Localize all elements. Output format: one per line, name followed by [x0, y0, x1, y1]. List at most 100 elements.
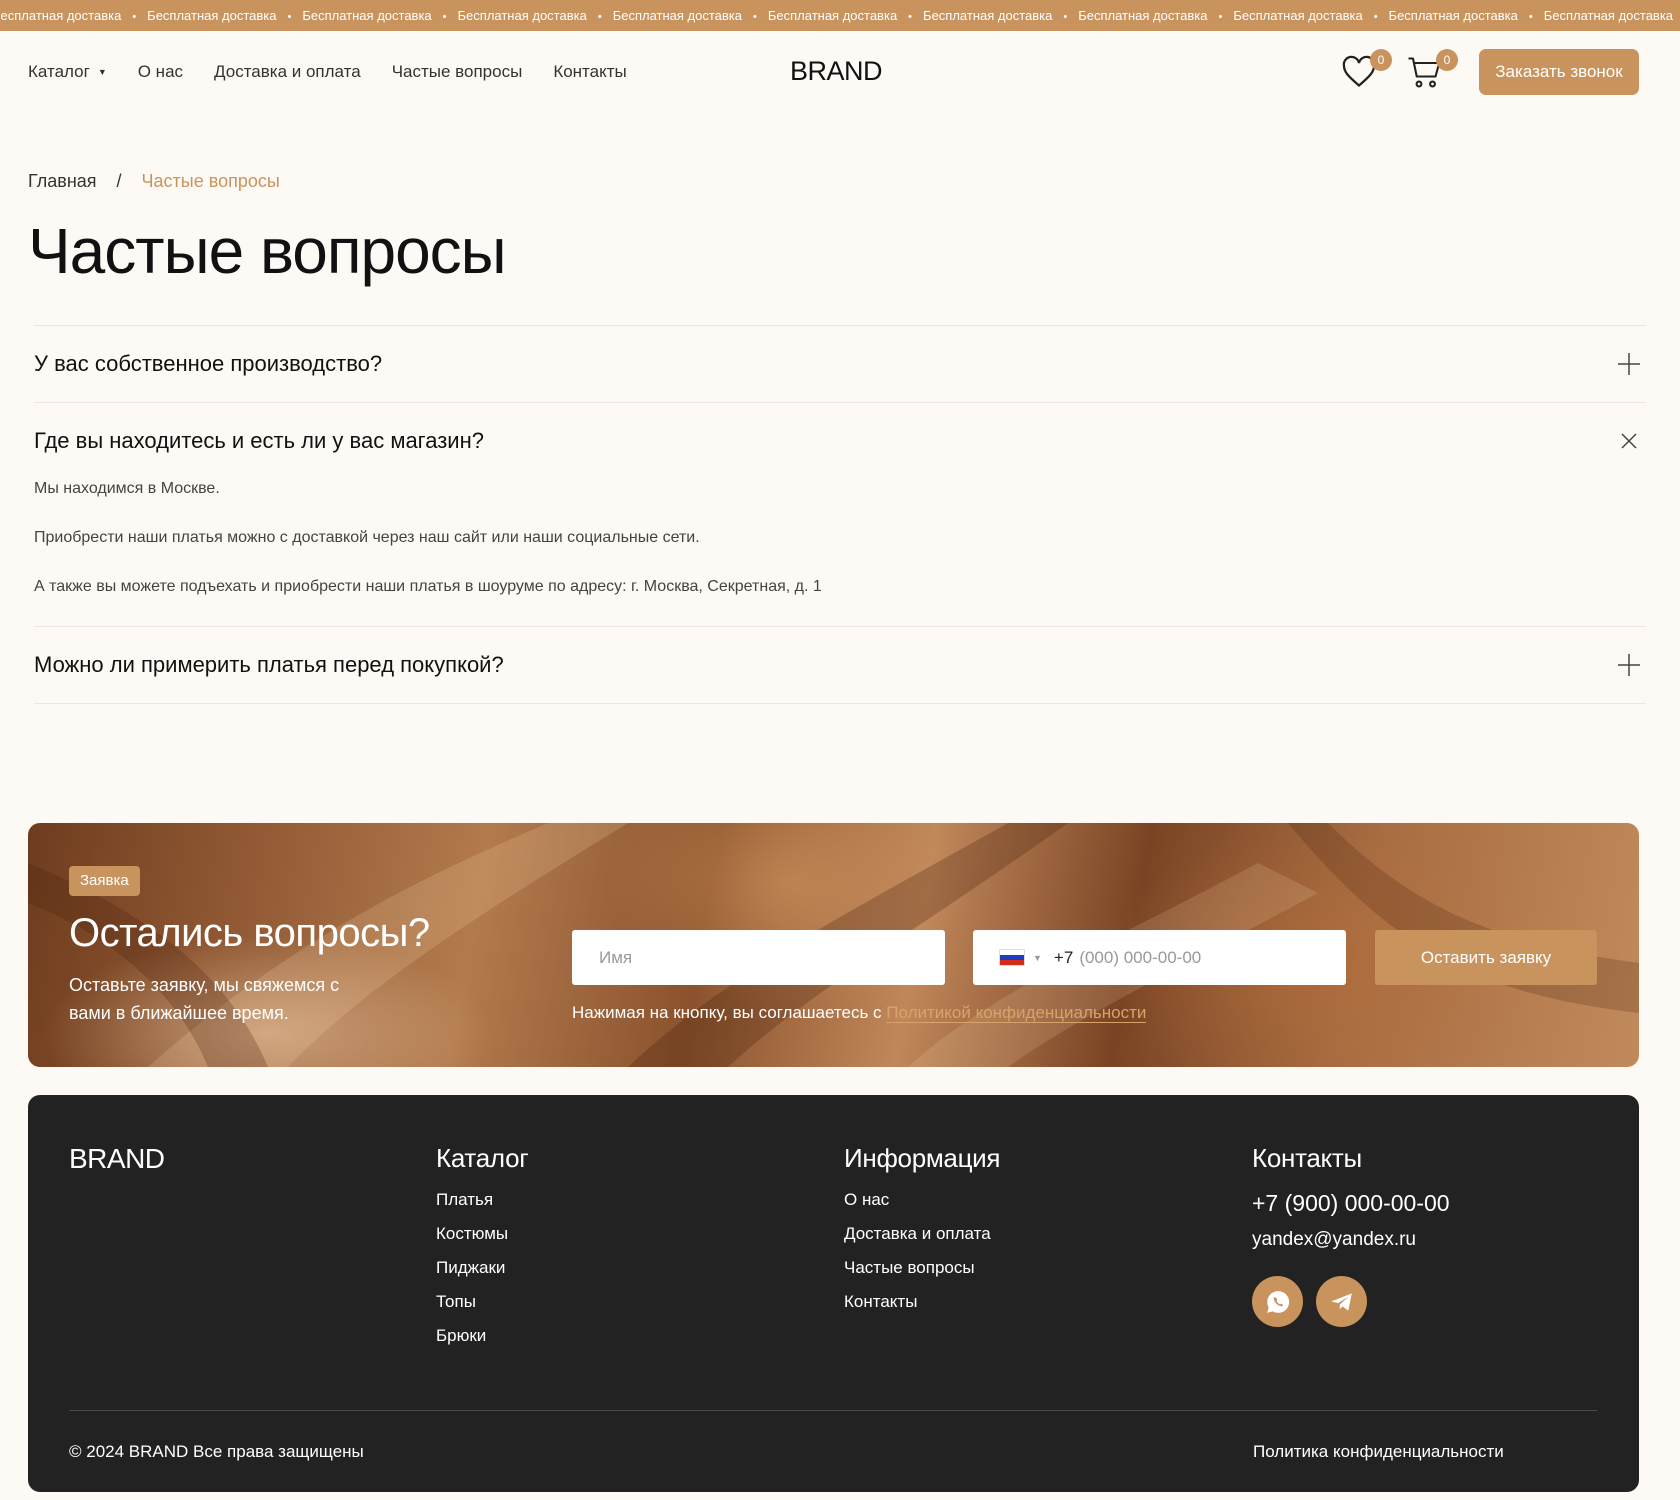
main-nav: Каталог ▼ О нас Доставка и оплата Частые… — [28, 31, 627, 113]
consent-note: Нажимая на кнопку, вы соглашаетесь с Пол… — [572, 1003, 1147, 1023]
footer-link-trousers[interactable]: Брюки — [436, 1326, 528, 1346]
nav-item-delivery[interactable]: Доставка и оплата — [214, 62, 361, 82]
footer-link-suits[interactable]: Костюмы — [436, 1224, 528, 1244]
submit-request-button[interactable]: Оставить заявку — [1375, 930, 1597, 985]
telegram-button[interactable] — [1316, 1276, 1367, 1327]
faq-item: Можно ли примерить платья перед покупкой… — [34, 626, 1646, 704]
footer-contacts-column: Контакты +7 (900) 000-00-00 yandex@yande… — [1252, 1143, 1450, 1327]
name-input[interactable]: Имя — [572, 930, 945, 985]
marquee-separator: • — [597, 11, 602, 23]
marquee-separator: • — [1373, 11, 1378, 23]
marquee-separator: • — [442, 11, 447, 23]
faq-list: У вас собственное производство? Где вы н… — [34, 325, 1646, 704]
marquee-separator: • — [908, 11, 913, 23]
breadcrumb: Главная / Частые вопросы — [28, 171, 280, 192]
faq-item: Где вы находитесь и есть ли у вас магази… — [34, 402, 1646, 626]
marquee-separator: • — [1528, 11, 1533, 23]
marquee-item: Бесплатная доставка — [457, 8, 587, 23]
privacy-policy-link[interactable]: Политикой конфиденциальности — [886, 1003, 1147, 1023]
footer-catalog-column: Каталог Платья Костюмы Пиджаки Топы Брюк… — [436, 1143, 529, 1360]
footer-link-delivery[interactable]: Доставка и оплата — [844, 1224, 1000, 1244]
marquee-item: Бесплатная доставка — [1233, 8, 1363, 23]
marquee-separator: • — [132, 11, 137, 23]
marquee-item: Бесплатная доставка — [147, 8, 277, 23]
faq-answer-paragraph: Мы находимся в Москве. — [34, 480, 220, 497]
footer-link-tops[interactable]: Топы — [436, 1292, 528, 1312]
footer-link-about[interactable]: О нас — [844, 1190, 1000, 1210]
marquee-item: Бесплатная доставка — [1543, 8, 1674, 23]
marquee-track: Бесплатная доставка • Бесплатная доставка •… — [0, 0, 1680, 31]
footer-privacy-link[interactable]: Политика конфиденциальности — [1253, 1442, 1504, 1462]
footer-email-link[interactable]: yandex@yandex.ru — [1252, 1229, 1450, 1251]
breadcrumb-separator: / — [116, 171, 122, 191]
nav-item-contacts[interactable]: Контакты — [553, 62, 626, 82]
nav-label: Контакты — [553, 62, 627, 81]
nav-item-about[interactable]: О нас — [138, 62, 183, 82]
footer-link-dresses[interactable]: Платья — [436, 1190, 528, 1210]
cart-button[interactable]: 0 — [1406, 49, 1458, 91]
footer-link-jackets[interactable]: Пиджаки — [436, 1258, 528, 1278]
order-call-button[interactable]: Заказать звонок — [1479, 49, 1639, 95]
faq-answer-paragraph: Приобрести наши платья можно с доставкой… — [34, 529, 700, 546]
wishlist-button[interactable]: 0 — [1340, 49, 1392, 91]
faq-answer: Мы находимся в Москве. Приобрести наши п… — [34, 479, 1646, 626]
marquee-separator: • — [287, 11, 292, 23]
footer-column-title: Информация — [844, 1143, 1001, 1173]
faq-item: У вас собственное производство? — [34, 325, 1646, 402]
marquee-separator: • — [1218, 11, 1223, 23]
caret-down-icon[interactable]: ▼ — [1033, 953, 1042, 963]
footer-brand-logo[interactable]: BRAND — [69, 1143, 165, 1175]
nav-item-faq[interactable]: Частые вопросы — [392, 62, 523, 82]
footer-link-contacts[interactable]: Контакты — [844, 1292, 1000, 1312]
promo-marquee: Бесплатная доставка • Бесплатная доставка •… — [0, 0, 1680, 31]
phone-input[interactable]: ▼ +7 (000) 000-00-00 — [973, 930, 1346, 985]
plus-icon[interactable] — [1616, 652, 1642, 678]
marquee-separator: • — [753, 11, 757, 23]
marquee-item: Бесплатная доставка — [923, 8, 1053, 23]
nav-label: Частые вопросы — [391, 62, 523, 81]
request-tag: Заявка — [69, 866, 140, 896]
site-header: Каталог ▼ О нас Доставка и оплата Частые… — [0, 31, 1680, 113]
marquee-item: Бесплатная доставка — [302, 8, 432, 23]
wishlist-count-badge: 0 — [1370, 49, 1392, 71]
faq-question: Можно ли примерить платья перед покупкой… — [34, 652, 504, 677]
cta-subtitle: Оставьте заявку, мы свяжемся с вами в бл… — [69, 975, 340, 1023]
telegram-icon — [1330, 1292, 1352, 1311]
footer-column-title: Каталог — [436, 1143, 529, 1173]
footer-column-title: Контакты — [1252, 1143, 1362, 1173]
footer-info-column: Информация О нас Доставка и оплата Часты… — [844, 1143, 1000, 1326]
faq-question-header[interactable]: Где вы находитесь и есть ли у вас магази… — [34, 403, 1646, 479]
marquee-item: Бесплатная доставка — [1078, 8, 1208, 23]
cta-title: Остались вопросы? — [69, 911, 430, 955]
brand-logo[interactable]: BRAND — [790, 56, 883, 87]
callback-request-banner: Заявка Остались вопросы? Оставьте заявку… — [28, 823, 1639, 1067]
phone-country-code: +7 — [1053, 947, 1074, 967]
consent-text: Нажимая на кнопку, вы соглашаетесь с — [572, 1003, 882, 1022]
nav-label: Каталог — [28, 62, 90, 81]
plus-icon[interactable] — [1616, 351, 1642, 377]
page-title: Частые вопросы — [28, 215, 507, 287]
cart-count-badge: 0 — [1436, 49, 1458, 71]
footer-divider — [69, 1410, 1597, 1411]
nav-label: О нас — [137, 62, 184, 81]
whatsapp-button[interactable] — [1252, 1276, 1303, 1327]
faq-question-header[interactable]: У вас собственное производство? — [34, 326, 1646, 402]
marquee-item: Бесплатная доставка — [0, 8, 122, 23]
header-icons: 0 0 — [1340, 49, 1458, 91]
marquee-item: Бесплатная доставка — [612, 8, 742, 23]
marquee-separator: • — [1063, 11, 1068, 23]
footer-phone-link[interactable]: +7 (900) 000-00-00 — [1252, 1190, 1450, 1217]
name-placeholder: Имя — [599, 947, 633, 967]
breadcrumb-current: Частые вопросы — [141, 171, 280, 191]
whatsapp-icon — [1266, 1290, 1289, 1313]
breadcrumb-home[interactable]: Главная — [28, 171, 97, 192]
nav-item-catalog[interactable]: Каталог ▼ — [28, 62, 107, 82]
close-icon[interactable] — [1616, 428, 1642, 454]
faq-question-header[interactable]: Можно ли примерить платья перед покупкой… — [34, 627, 1646, 703]
copyright-text: © 2024 BRAND Все права защищены — [69, 1442, 364, 1461]
footer-link-faq[interactable]: Частые вопросы — [844, 1258, 1000, 1278]
faq-question: Где вы находитесь и есть ли у вас магази… — [34, 428, 484, 453]
russia-flag-icon[interactable] — [999, 949, 1025, 966]
social-links — [1252, 1276, 1450, 1327]
phone-placeholder: (000) 000-00-00 — [1079, 947, 1202, 967]
